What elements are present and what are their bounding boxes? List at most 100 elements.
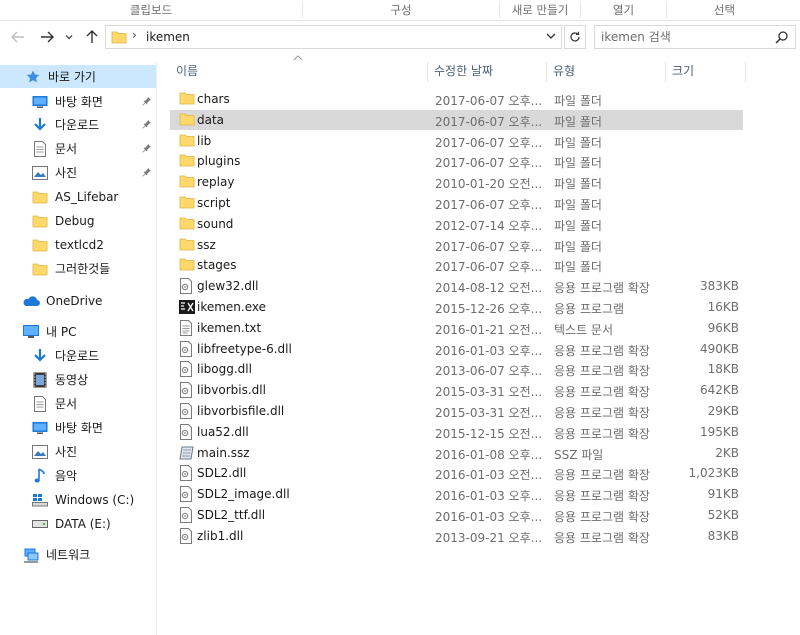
nav-item-debug[interactable]: Debug	[0, 209, 156, 232]
nav-item-pc-documents[interactable]: 문서	[0, 392, 156, 415]
nav-item-pc-desktop[interactable]: 바탕 화면	[0, 416, 156, 439]
file-row[interactable]: lua52.dll 2015-12-15 오전... 응용 프로그램 확장 195KB	[170, 422, 743, 442]
address-bar[interactable]: › ikemen	[105, 25, 562, 49]
nav-item-data-e[interactable]: DATA (E:)	[0, 512, 156, 535]
file-row[interactable]: libfreetype-6.dll 2016-01-03 오후... 응용 프로그램…	[170, 339, 743, 359]
file-name[interactable]: main.ssz	[197, 446, 250, 460]
file-type: 파일 폴더	[554, 114, 602, 129]
file-row[interactable]: script 2017-06-07 오후... 파일 폴더	[170, 193, 743, 213]
text-file-icon	[179, 319, 195, 336]
search-input[interactable]	[601, 29, 771, 45]
file-name[interactable]: ikemen.txt	[197, 321, 261, 335]
file-row[interactable]: plugins 2017-06-07 오후... 파일 폴더	[170, 151, 743, 171]
file-name[interactable]: SDL2.dll	[197, 466, 246, 480]
nav-item-documents-pinned[interactable]: 문서	[0, 137, 156, 160]
pin-icon[interactable]	[142, 142, 152, 156]
file-row[interactable]: ssz 2017-06-07 오후... 파일 폴더	[170, 235, 743, 255]
file-name[interactable]: libvorbis.dll	[197, 383, 266, 397]
file-type: 응용 프로그램	[554, 302, 625, 316]
breadcrumb-chevron-icon[interactable]: ›	[132, 28, 137, 42]
nav-item-network[interactable]: 네트워크	[0, 543, 156, 566]
file-type: 파일 폴더	[554, 156, 602, 171]
file-row[interactable]: sound 2012-07-14 오후... 파일 폴더	[170, 214, 743, 234]
address-history-dropdown[interactable]	[545, 30, 557, 45]
nav-item-as-lifebar[interactable]: AS_Lifebar	[0, 185, 156, 208]
nav-item-music[interactable]: 음악	[0, 464, 156, 487]
file-name[interactable]: SDL2_image.dll	[197, 487, 290, 501]
column-header-type[interactable]: 유형	[547, 62, 664, 84]
search-box[interactable]	[594, 25, 796, 49]
file-row[interactable]: SDL2_ttf.dll 2016-01-03 오후... 응용 프로그램 확장 52…	[170, 505, 743, 525]
dll-file-icon	[179, 361, 195, 378]
file-row[interactable]: SDL2.dll 2016-01-03 오전... 응용 프로그램 확장 1,023K…	[170, 463, 743, 483]
nav-item-pictures-pinned[interactable]: 사진	[0, 161, 156, 184]
nav-item-pc-downloads[interactable]: 다운로드	[0, 344, 156, 367]
file-row[interactable]: data 2017-06-07 오후... 파일 폴더	[170, 109, 743, 130]
nav-item-this-pc[interactable]: 내 PC	[0, 320, 156, 343]
file-name[interactable]: script	[197, 196, 230, 210]
file-row[interactable]: main.ssz 2016-01-08 오후... SSZ 파일 2KB	[170, 443, 743, 463]
file-name[interactable]: libogg.dll	[197, 362, 252, 376]
nav-item-quick-access[interactable]: 바로 가기	[0, 65, 156, 88]
column-header-name[interactable]: 이름	[170, 62, 426, 84]
nav-item-desktop-pinned[interactable]: 바탕 화면	[0, 90, 156, 113]
pin-icon[interactable]	[142, 118, 152, 132]
breadcrumb-ikemen[interactable]: ikemen	[146, 30, 190, 44]
back-button[interactable]	[8, 27, 28, 47]
file-name[interactable]: lua52.dll	[197, 425, 249, 439]
file-row[interactable]: ikemen.exe 2015-12-26 오후... 응용 프로그램 16KB	[170, 297, 743, 317]
refresh-button[interactable]	[564, 25, 586, 49]
file-row[interactable]: stages 2017-06-07 오후... 파일 폴더	[170, 255, 743, 275]
forward-button[interactable]	[37, 27, 57, 47]
column-header-size[interactable]: 크기	[666, 62, 744, 84]
column-header-date[interactable]: 수정한 날짜	[428, 62, 545, 84]
recent-locations-button[interactable]	[62, 27, 76, 47]
chevron-down-icon	[65, 35, 73, 40]
file-row[interactable]: SDL2_image.dll 2016-01-03 오후... 응용 프로그램 확장…	[170, 484, 743, 504]
file-row[interactable]: replay 2010-01-20 오전... 파일 폴더	[170, 172, 743, 192]
file-name[interactable]: zlib1.dll	[197, 529, 243, 543]
up-button[interactable]	[82, 27, 102, 47]
file-name[interactable]: glew32.dll	[197, 279, 259, 293]
file-name[interactable]: SDL2_ttf.dll	[197, 508, 265, 522]
column-divider[interactable]	[745, 62, 746, 82]
file-type: SSZ 파일	[554, 447, 604, 462]
search-icon[interactable]	[775, 30, 789, 47]
nav-item-downloads-pinned[interactable]: 다운로드	[0, 113, 156, 136]
file-row[interactable]: libogg.dll 2013-06-07 오후... 응용 프로그램 확장 18KB	[170, 359, 743, 379]
file-name[interactable]: chars	[197, 92, 230, 106]
file-name[interactable]: libfreetype-6.dll	[197, 342, 292, 356]
file-row[interactable]: libvorbisfile.dll 2015-03-31 오전... 응용 프로그램…	[170, 401, 743, 421]
file-name[interactable]: replay	[197, 175, 234, 189]
file-name[interactable]: plugins	[197, 154, 240, 168]
file-row[interactable]: ikemen.txt 2016-01-21 오전... 텍스트 문서 96KB	[170, 318, 743, 338]
file-row[interactable]: lib 2017-06-07 오후... 파일 폴더	[170, 131, 743, 151]
ribbon-group-select: 선택	[713, 3, 736, 17]
nav-item-onedrive[interactable]: OneDrive	[0, 289, 156, 312]
nav-item-windows-c[interactable]: Windows (C:)	[0, 488, 156, 511]
file-name[interactable]: lib	[197, 134, 211, 148]
file-name[interactable]: libvorbisfile.dll	[197, 404, 284, 418]
file-name[interactable]: sound	[197, 217, 233, 231]
file-name[interactable]: stages	[197, 258, 237, 272]
folder-icon	[179, 174, 195, 190]
file-row[interactable]: chars 2017-06-07 오후... 파일 폴더	[170, 89, 743, 109]
nav-item-label: 네트워크	[46, 548, 91, 562]
nav-item-label: 사진	[55, 445, 78, 459]
file-name[interactable]: ikemen.exe	[197, 300, 266, 314]
nav-item-videos[interactable]: 동영상	[0, 368, 156, 391]
file-row[interactable]: glew32.dll 2014-08-12 오전... 응용 프로그램 확장 383K…	[170, 276, 743, 296]
dll-file-icon	[179, 486, 195, 503]
file-modified-date: 2010-01-20 오전...	[435, 177, 543, 192]
nav-item-pc-pictures[interactable]: 사진	[0, 440, 156, 463]
nav-item-folder-korean[interactable]: 그러한것들	[0, 257, 156, 280]
file-name[interactable]: data	[197, 113, 224, 127]
nav-item-textlcd2[interactable]: textlcd2	[0, 233, 156, 256]
file-size: 29KB	[707, 404, 739, 418]
file-name[interactable]: ssz	[197, 238, 216, 252]
pin-icon[interactable]	[142, 166, 152, 180]
file-row[interactable]: zlib1.dll 2013-09-21 오후... 응용 프로그램 확장 83KB	[170, 526, 743, 546]
file-row[interactable]: libvorbis.dll 2015-03-31 오전... 응용 프로그램 확장 6…	[170, 380, 743, 400]
file-type: 응용 프로그램 확장	[554, 489, 650, 504]
pin-icon[interactable]	[142, 95, 152, 109]
